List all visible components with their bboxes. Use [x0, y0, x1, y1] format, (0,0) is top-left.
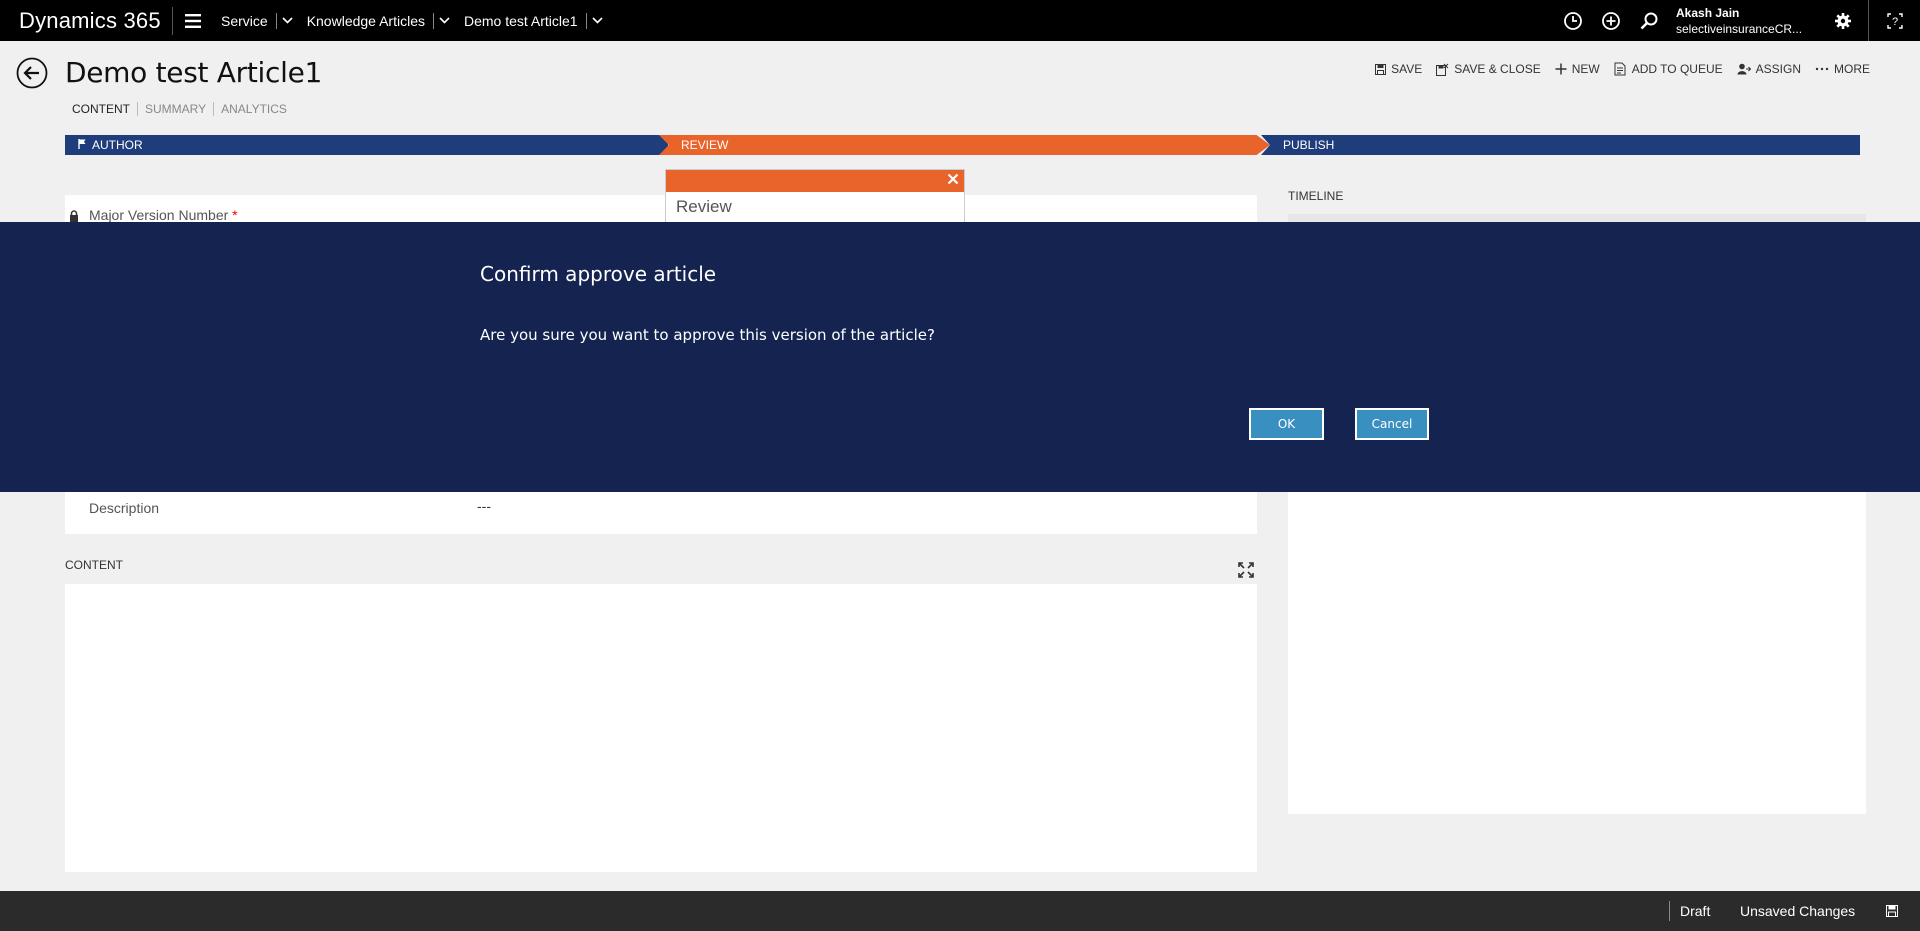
tab-summary[interactable]: SUMMARY [137, 102, 213, 116]
required-mark: * [232, 207, 238, 223]
ok-button[interactable]: OK [1249, 408, 1324, 440]
flag-icon [78, 135, 86, 155]
stage-review[interactable]: REVIEW [659, 135, 1270, 155]
save-icon [1375, 63, 1387, 75]
confirm-approve-dialog: Confirm approve article Are you sure you… [0, 222, 1920, 492]
page-title: Demo test Article1 [65, 56, 323, 89]
help-icon[interactable]: ? [1868, 0, 1920, 41]
dialog-message: Are you sure you want to approve this ve… [480, 326, 935, 344]
help-glyph: ? [1891, 16, 1897, 28]
add-queue-icon [1614, 62, 1626, 76]
stage-author-label: AUTHOR [92, 138, 143, 152]
history-icon[interactable] [1554, 0, 1592, 41]
footer-divider [1669, 901, 1670, 921]
stage-publish-label: PUBLISH [1283, 138, 1335, 152]
major-version-label-text: Major Version Number [89, 207, 229, 223]
timeline-toolbar [1288, 214, 1866, 222]
save-label: SAVE [1391, 62, 1423, 76]
command-bar: SAVE SAVE & CLOSE NEW ADD TO QUEUE ASSIG… [1361, 62, 1870, 76]
nav-right-tools: Akash Jain selectiveinsuranceCR... ? [1554, 0, 1920, 41]
stage-review-label: REVIEW [681, 138, 729, 152]
flyout-title: Review [676, 197, 732, 216]
more-button[interactable]: MORE [1815, 62, 1870, 76]
user-profile[interactable]: Akash Jain selectiveinsuranceCR... [1668, 5, 1818, 37]
save-close-icon [1436, 63, 1449, 76]
close-icon[interactable] [947, 172, 959, 190]
tab-content[interactable]: CONTENT [65, 102, 137, 116]
gear-icon[interactable] [1818, 0, 1868, 41]
assign-icon [1737, 63, 1751, 75]
assign-label: ASSIGN [1755, 62, 1801, 76]
user-name: Akash Jain [1676, 5, 1740, 20]
top-navigation-bar: Dynamics 365 Service Knowledge Articles … [0, 0, 1920, 41]
description-label: Description [89, 500, 160, 516]
description-value[interactable]: --- [477, 498, 491, 514]
more-icon [1815, 67, 1829, 71]
breadcrumb-service[interactable]: Service [213, 0, 276, 41]
add-circle-icon[interactable] [1592, 0, 1630, 41]
stage-publish[interactable]: PUBLISH [1261, 135, 1860, 155]
cancel-button[interactable]: Cancel [1355, 408, 1429, 440]
process-bar: AUTHOR REVIEW PUBLISH [65, 135, 1860, 155]
back-arrow-icon[interactable] [16, 57, 48, 89]
chevron-down-icon[interactable] [277, 0, 299, 41]
record-status: Draft [1680, 903, 1711, 919]
user-organization: selectiveinsuranceCR... [1676, 21, 1803, 36]
more-label: MORE [1834, 62, 1870, 76]
search-icon[interactable] [1630, 0, 1668, 41]
breadcrumb-current-record[interactable]: Demo test Article1 [456, 0, 586, 41]
form-tabs: CONTENT SUMMARY ANALYTICS [65, 102, 294, 116]
timeline-label: TIMELINE [1288, 189, 1344, 203]
review-stage-flyout: Review [665, 169, 965, 229]
plus-icon [1555, 63, 1567, 75]
unsaved-changes-indicator: Unsaved Changes [1740, 903, 1856, 919]
save-close-button[interactable]: SAVE & CLOSE [1436, 62, 1541, 76]
new-label: NEW [1571, 62, 1600, 76]
app-brand[interactable]: Dynamics 365 [0, 8, 172, 34]
status-footer: Draft Unsaved Changes [0, 891, 1920, 931]
tab-analytics[interactable]: ANALYTICS [213, 102, 294, 116]
major-version-label: Major Version Number * [89, 207, 238, 223]
save-icon[interactable] [1886, 904, 1898, 920]
add-to-queue-label: ADD TO QUEUE [1631, 62, 1723, 76]
content-section-label: CONTENT [65, 558, 123, 572]
chevron-down-icon[interactable] [587, 0, 609, 41]
add-to-queue-button[interactable]: ADD TO QUEUE [1614, 62, 1723, 76]
dialog-title: Confirm approve article [480, 262, 717, 286]
stage-author[interactable]: AUTHOR [65, 135, 668, 155]
chevron-down-icon[interactable] [434, 0, 456, 41]
save-button[interactable]: SAVE [1375, 62, 1422, 76]
expand-icon[interactable] [1238, 562, 1254, 583]
content-editor[interactable] [65, 584, 1257, 872]
menu-icon[interactable] [173, 0, 213, 41]
breadcrumb-knowledge-articles[interactable]: Knowledge Articles [299, 0, 433, 41]
save-close-label: SAVE & CLOSE [1454, 62, 1541, 76]
new-button[interactable]: NEW [1555, 62, 1600, 76]
assign-button[interactable]: ASSIGN [1737, 62, 1801, 76]
flyout-header [666, 170, 964, 192]
